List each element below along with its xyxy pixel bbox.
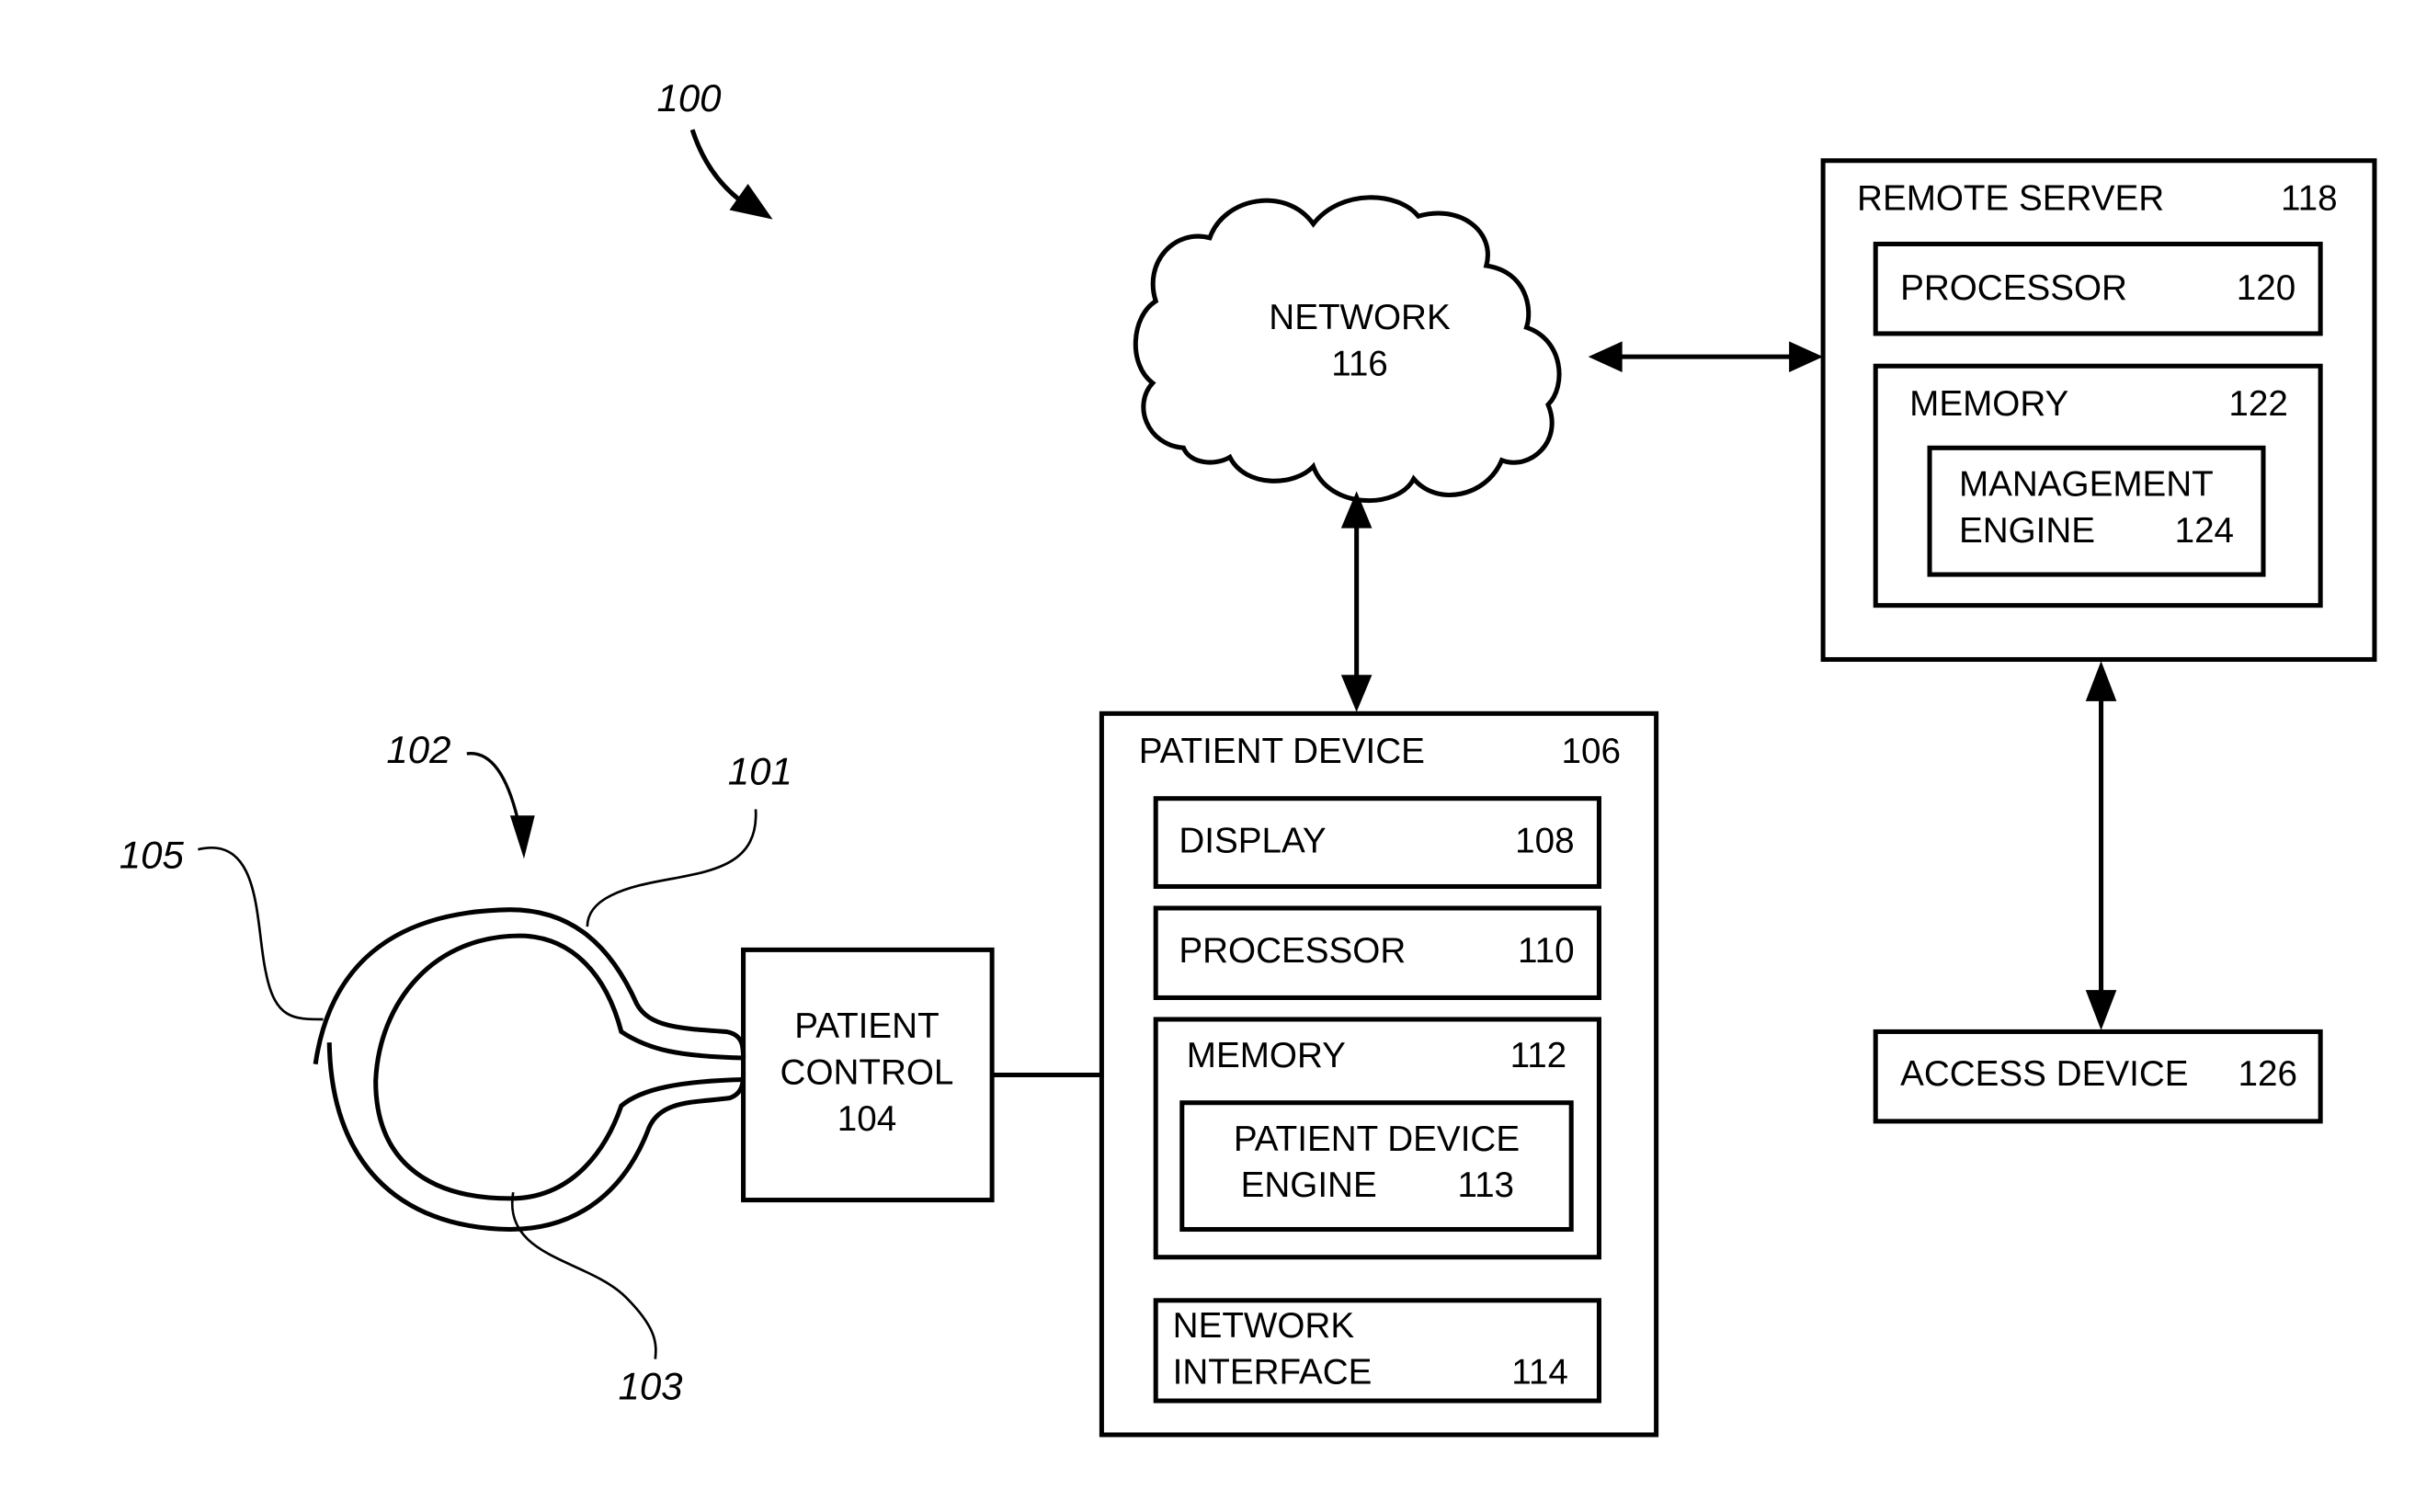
- arrowhead-icon: [2085, 990, 2117, 1030]
- network-cloud: NETWORK 116: [1133, 195, 1562, 504]
- patient-device-title: PATIENT DEVICE: [1139, 732, 1425, 771]
- figure-reference: 100: [656, 76, 773, 220]
- figure-number: 100: [656, 76, 722, 119]
- gap-reference: 105: [120, 833, 324, 1021]
- outer-ring-reference: 101: [586, 750, 792, 927]
- arrowhead-icon: [729, 183, 773, 220]
- arrowhead-icon: [1340, 675, 1373, 712]
- processor-label: PROCESSOR: [1179, 931, 1406, 971]
- arrowhead-icon: [1588, 341, 1623, 372]
- access-device-label: ACCESS DEVICE: [1900, 1054, 2188, 1094]
- management-engine-number: 124: [2175, 511, 2234, 551]
- server-access-link: [2085, 661, 2117, 1030]
- patient-device-engine-line1: PATIENT DEVICE: [1234, 1120, 1520, 1159]
- patient-control: PATIENT CONTROL 104: [741, 947, 995, 1203]
- network-server-link: [1588, 341, 1824, 372]
- arrowhead-icon: [509, 815, 535, 859]
- management-engine-line1: MANAGEMENT: [1959, 464, 2214, 504]
- patient-control-line1: PATIENT: [794, 1006, 939, 1046]
- network-interface-number: 114: [1511, 1353, 1568, 1393]
- ring-device: [313, 907, 746, 1233]
- device-reference: 102: [386, 728, 535, 859]
- remote-server: REMOTE SERVER 118 PROCESSOR 120 MEMORY 1…: [1820, 158, 2377, 663]
- outer-ring-number: 101: [728, 750, 792, 793]
- gap-number: 105: [120, 833, 185, 876]
- inner-ring-reference: 103: [510, 1191, 683, 1407]
- access-device-number: 126: [2238, 1054, 2296, 1094]
- outer-ring-lower: [326, 1042, 746, 1233]
- memory-label: MEMORY: [1187, 1036, 1346, 1075]
- server-memory-label: MEMORY: [1909, 384, 2068, 424]
- server-processor-number: 120: [2237, 268, 2295, 308]
- display-number: 108: [1515, 822, 1574, 861]
- network-label: NETWORK: [1269, 298, 1451, 337]
- system-diagram: 100 NETWORK 116 REMOTE SERVER 118 PROCES…: [120, 76, 2377, 1438]
- access-device: ACCESS DEVICE 126: [1873, 1029, 2323, 1124]
- arrowhead-icon: [1789, 341, 1824, 372]
- remote-server-number: 118: [2281, 179, 2338, 219]
- remote-server-title: REMOTE SERVER: [1857, 179, 2164, 219]
- server-processor-label: PROCESSOR: [1900, 268, 2127, 308]
- device-number: 102: [386, 728, 450, 771]
- network-interface-line1: NETWORK: [1173, 1306, 1355, 1346]
- figure-pointer-arrow: [689, 129, 746, 206]
- network-interface-line2: INTERFACE: [1173, 1353, 1373, 1393]
- patient-control-number: 104: [837, 1099, 896, 1139]
- processor-number: 110: [1518, 931, 1575, 971]
- patient-device: PATIENT DEVICE 106 DISPLAY 108 PROCESSOR…: [1099, 711, 1659, 1438]
- network-number: 116: [1331, 344, 1388, 383]
- patient-control-line2: CONTROL: [780, 1053, 954, 1093]
- patient-device-engine-line2: ENGINE: [1241, 1165, 1377, 1205]
- patient-device-number: 106: [1562, 732, 1621, 771]
- outer-ring-upper: [313, 907, 746, 1065]
- management-engine-line2: ENGINE: [1959, 511, 2095, 551]
- patient-device-engine-number: 113: [1457, 1165, 1514, 1205]
- display-label: DISPLAY: [1179, 822, 1326, 861]
- inner-ring-number: 103: [618, 1364, 682, 1407]
- arrowhead-icon: [2085, 661, 2117, 701]
- network-patient-link: [1340, 491, 1373, 712]
- memory-number: 112: [1510, 1036, 1567, 1075]
- server-memory-number: 122: [2228, 384, 2287, 424]
- inner-ring: [373, 933, 744, 1201]
